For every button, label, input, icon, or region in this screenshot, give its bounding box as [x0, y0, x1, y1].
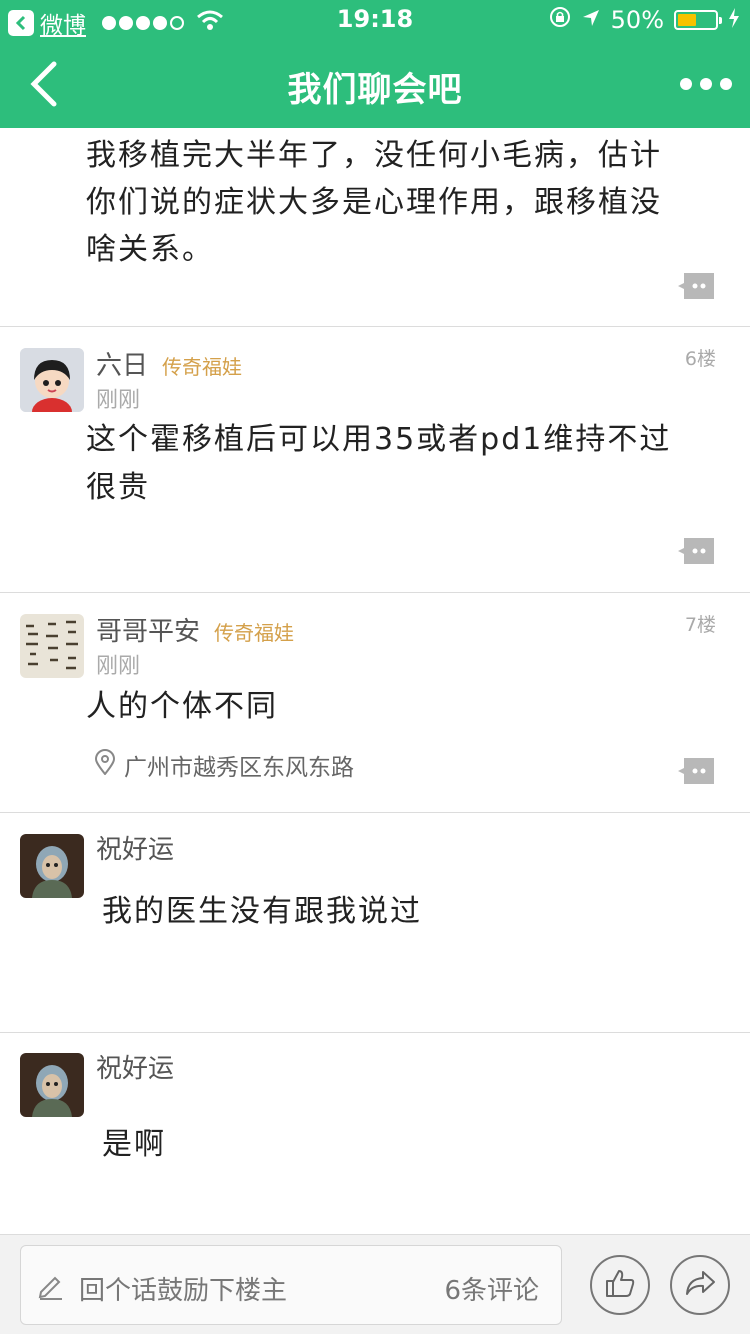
comment-icon[interactable] [678, 538, 714, 564]
post-username[interactable]: 祝好运 [96, 1048, 174, 1085]
post-item: 我移植完大半年了，没任何小毛病，估计你们说的症状大多是心理作用，跟移植没啥关系。 [0, 128, 750, 327]
thumbs-up-icon [604, 1268, 636, 1302]
lock-rotation-icon [549, 6, 571, 34]
post-time: 刚刚 [96, 654, 141, 679]
post-location[interactable]: 广州市越秀区东风东路 [94, 748, 354, 782]
location-arrow-icon [581, 6, 601, 34]
status-bar: 微博 19:18 50% [0, 0, 750, 40]
comment-count[interactable]: 6条评论 [444, 1270, 539, 1307]
floor-number: 7楼 [684, 614, 716, 636]
post-text: 这个霍移植后可以用35或者pd1维持不过很贵 [86, 422, 672, 505]
username-label[interactable]: 六日 [96, 351, 148, 381]
post-time: 刚刚 [96, 388, 141, 413]
post-item: 哥哥平安 传奇福娃 刚刚 7楼 人的个体不同 广州市越秀区东风东路 [0, 593, 750, 813]
avatar[interactable] [20, 348, 84, 412]
charging-icon [728, 6, 740, 34]
post-username[interactable]: 六日 传奇福娃 [96, 345, 242, 382]
post-text: 我移植完大半年了，没任何小毛病，估计你们说的症状大多是心理作用，跟移植没啥关系。 [86, 138, 662, 267]
reply-placeholder: 回个话鼓励下楼主 [79, 1276, 288, 1306]
post-text: 是啊 [102, 1127, 166, 1162]
share-button[interactable] [670, 1255, 730, 1315]
more-icon[interactable] [680, 78, 732, 90]
post-text: 人的个体不同 [86, 689, 278, 724]
post-text: 我的医生没有跟我说过 [102, 894, 422, 929]
battery-percent: 50% [610, 6, 664, 34]
post-item: 祝好运 是啊 [0, 1033, 750, 1234]
post-item: 六日 传奇福娃 刚刚 6楼 这个霍移植后可以用35或者pd1维持不过很贵 [0, 327, 750, 593]
like-button[interactable] [590, 1255, 650, 1315]
username-label[interactable]: 哥哥平安 [96, 617, 200, 647]
avatar[interactable] [20, 1053, 84, 1117]
reply-input[interactable]: 回个话鼓励下楼主 6条评论 [20, 1245, 562, 1325]
user-badge: 传奇福娃 [162, 355, 243, 379]
nav-bar: 我们聊会吧 [0, 40, 750, 128]
page-title: 我们聊会吧 [287, 70, 463, 110]
floor-number: 6楼 [684, 348, 716, 370]
post-item: 祝好运 我的医生没有跟我说过 [0, 813, 750, 1033]
location-pin-icon [94, 749, 116, 781]
user-badge: 传奇福娃 [214, 621, 295, 645]
battery-icon [674, 10, 722, 30]
location-label[interactable]: 广州市越秀区东风东路 [124, 748, 354, 782]
avatar[interactable] [20, 834, 84, 898]
avatar[interactable] [20, 614, 84, 678]
share-icon [684, 1269, 716, 1301]
comment-icon[interactable] [678, 758, 714, 784]
post-username[interactable]: 哥哥平安 传奇福娃 [96, 611, 294, 648]
post-username[interactable]: 祝好运 [96, 829, 174, 866]
thread-content[interactable]: 我移植完大半年了，没任何小毛病，估计你们说的症状大多是心理作用，跟移植没啥关系。… [0, 128, 750, 1234]
bottom-bar: 回个话鼓励下楼主 6条评论 [0, 1234, 750, 1334]
comment-icon[interactable] [678, 273, 714, 299]
pencil-icon [37, 1272, 65, 1304]
